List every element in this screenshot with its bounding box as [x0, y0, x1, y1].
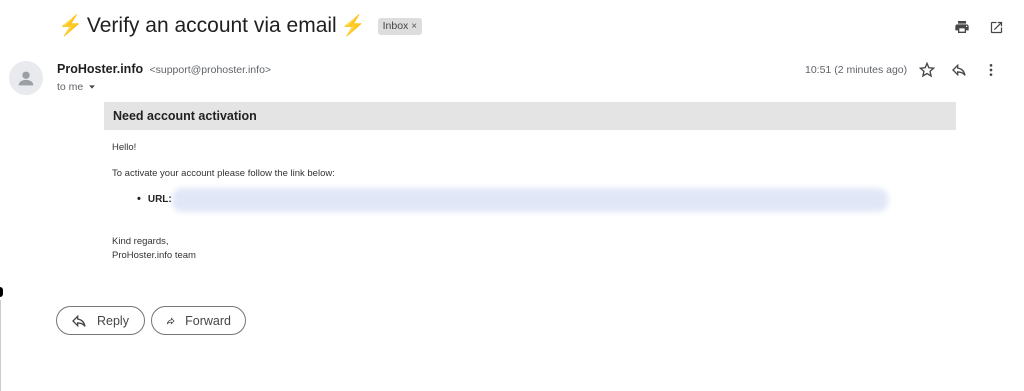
sender-avatar[interactable]	[9, 61, 43, 95]
body-heading: Need account activation	[113, 109, 257, 123]
reply-label: Reply	[97, 313, 129, 328]
reply-button[interactable]: Reply	[56, 306, 145, 335]
sender-name[interactable]: ProHoster.info	[57, 62, 143, 76]
signature-text: ProHoster.info team	[112, 250, 196, 261]
redacted-url-link[interactable]	[172, 188, 888, 212]
remove-label-icon[interactable]: ×	[411, 21, 417, 32]
closing-text: Kind regards,	[112, 236, 169, 247]
email-subject: Verify an account via email	[86, 14, 337, 37]
print-icon[interactable]	[952, 17, 972, 37]
more-options-icon[interactable]	[981, 60, 1001, 80]
forward-label: Forward	[185, 313, 231, 328]
window-edge-marker	[0, 287, 3, 297]
recipient-details-toggle[interactable]: to me	[57, 81, 97, 93]
greeting-text: Hello!	[112, 142, 137, 153]
bullet-icon: •	[137, 193, 141, 205]
caret-down-icon	[89, 85, 96, 89]
thread-toolbar	[952, 17, 1006, 37]
star-icon[interactable]	[917, 60, 937, 80]
open-in-new-window-icon[interactable]	[986, 17, 1006, 37]
instruction-text: To activate your account please follow t…	[112, 168, 335, 179]
message-actions	[917, 60, 1001, 80]
sender-line: ProHoster.info <support@prohoster.info>	[57, 62, 271, 76]
inbox-label-text: Inbox	[382, 20, 409, 32]
sender-email: <support@prohoster.info>	[149, 64, 272, 76]
forward-button[interactable]: Forward	[151, 306, 246, 335]
window-edge-border	[0, 300, 1, 391]
url-label: URL:	[147, 193, 172, 205]
message-timestamp: 10:51 (2 minutes ago)	[805, 64, 908, 76]
recipient-text: to me	[57, 81, 84, 93]
reply-icon[interactable]	[949, 60, 969, 80]
inbox-label[interactable]: Inbox ×	[377, 17, 423, 35]
url-list-item: • URL:	[137, 193, 172, 205]
reply-icon	[72, 314, 86, 327]
subject-row: ⚡ Verify an account via email ⚡ Inbox ×	[58, 12, 423, 40]
email-body-header: Need account activation	[104, 102, 956, 130]
lightning-icon: ⚡	[340, 15, 366, 37]
person-icon	[18, 71, 34, 86]
lightning-icon: ⚡	[58, 15, 83, 37]
forward-icon	[166, 316, 175, 325]
